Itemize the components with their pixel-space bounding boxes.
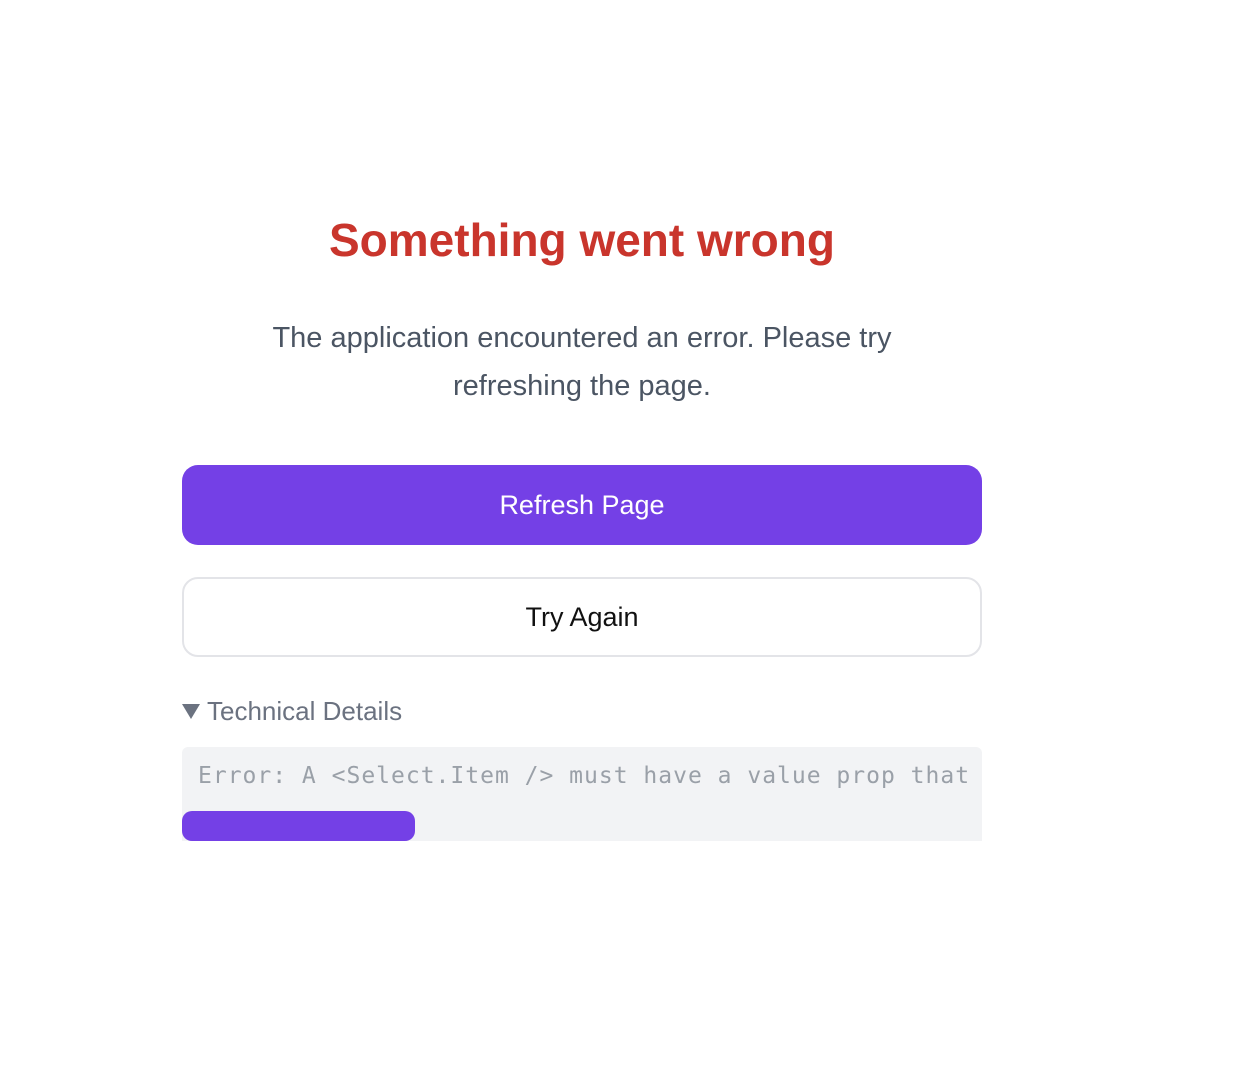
technical-details-label: Technical Details: [207, 695, 403, 726]
horizontal-scrollbar-thumb[interactable]: [182, 811, 415, 841]
try-again-button[interactable]: Try Again: [182, 577, 982, 657]
triangle-down-icon: [182, 703, 200, 719]
error-title: Something went wrong: [329, 214, 835, 266]
error-page: Something went wrong The application enc…: [0, 0, 1236, 1078]
error-details-box: Error: A <Select.Item /> must have a val…: [182, 747, 982, 841]
technical-details-toggle[interactable]: Technical Details: [182, 695, 982, 727]
error-container: Something went wrong The application enc…: [182, 210, 982, 841]
error-message: The application encountered an error. Pl…: [272, 322, 892, 402]
refresh-page-button[interactable]: Refresh Page: [182, 465, 982, 545]
error-stack-text: Error: A <Select.Item /> must have a val…: [198, 763, 982, 789]
